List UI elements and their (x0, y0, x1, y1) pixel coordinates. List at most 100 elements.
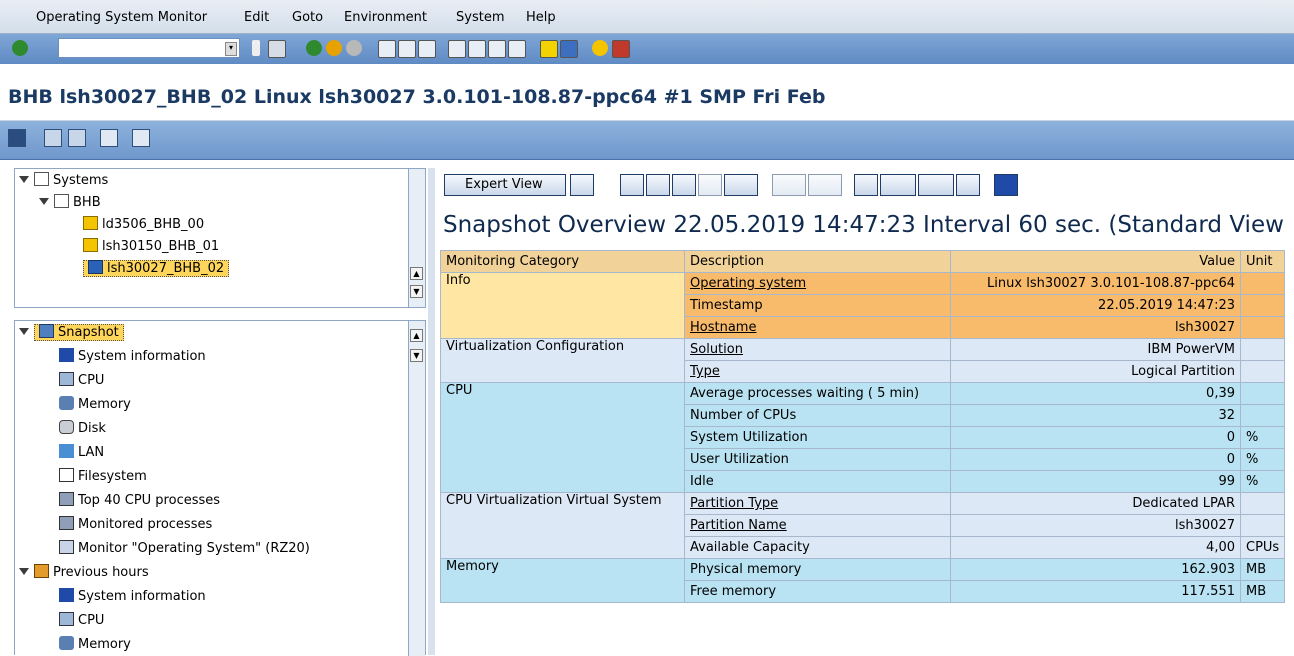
next-page-icon[interactable] (488, 40, 506, 58)
tree-node-systems[interactable]: Systems (19, 170, 108, 192)
cell-description-link[interactable]: Partition Type (684, 492, 951, 515)
nav-item-memory[interactable]: Memory (59, 394, 131, 416)
shortcut-icon[interactable] (560, 40, 578, 58)
tree-node-server-selected[interactable]: lsh30027_BHB_02 (83, 258, 230, 280)
help-icon[interactable] (592, 40, 608, 56)
folder-icon (34, 172, 49, 186)
column-header-value[interactable]: Value (950, 250, 1241, 273)
previous-arrow-icon[interactable] (44, 129, 62, 147)
views-icon[interactable] (880, 174, 916, 196)
expert-view-button[interactable]: Expert View (444, 174, 566, 196)
cell-description-link[interactable]: Solution (684, 338, 951, 361)
create-session-icon[interactable] (540, 40, 558, 58)
find-next-icon[interactable] (698, 174, 722, 196)
nav-item-filesystem[interactable]: Filesystem (59, 466, 147, 488)
nav-item-system-information[interactable]: System information (59, 586, 206, 608)
snapshot-table: Monitoring Category Description Value Un… (440, 250, 1286, 603)
print-preview-icon[interactable] (854, 174, 878, 196)
server-warning-icon (83, 238, 98, 252)
expand-triangle-icon[interactable] (39, 198, 49, 205)
cell-value: Linux lsh30027 3.0.101-108.87-ppc64 (950, 272, 1241, 295)
column-header-unit[interactable]: Unit (1239, 250, 1286, 273)
menu-system[interactable]: System (456, 10, 504, 25)
subtotal-icon[interactable] (808, 174, 842, 196)
standard-toolbar: ▾ (0, 34, 1294, 65)
command-history-dropdown-icon[interactable]: ▾ (225, 42, 237, 56)
menu-goto[interactable]: Goto (292, 10, 323, 25)
cell-description-link[interactable]: Type (684, 360, 951, 383)
snapshot-icon (39, 324, 54, 338)
layout-menu-icon[interactable] (612, 40, 630, 58)
first-page-icon[interactable] (448, 40, 466, 58)
nav-item-top-cpu-processes[interactable]: Top 40 CPU processes (59, 490, 220, 512)
tree-node-snapshot[interactable]: Snapshot (19, 322, 124, 344)
nav-item-label: CPU (78, 613, 105, 628)
expand-triangle-icon[interactable] (19, 328, 29, 335)
tree-node-server[interactable]: ld3506_BHB_00 (83, 214, 204, 236)
scroll-down-icon[interactable]: ▼ (410, 349, 423, 362)
table-row: Virtualization Configuration Solution IB… (440, 338, 1286, 383)
expand-triangle-icon[interactable] (19, 176, 29, 183)
scroll-up-icon[interactable]: ▲ (410, 329, 423, 342)
cell-description-link[interactable]: Hostname (684, 316, 951, 339)
cell-description-link[interactable]: Operating system (684, 272, 951, 295)
find-icon[interactable] (398, 40, 416, 58)
systems-scrollbar[interactable]: ▲ ▼ (408, 169, 425, 307)
cell-description-link[interactable]: Partition Name (684, 514, 951, 537)
command-field[interactable]: ▾ (58, 38, 240, 58)
find-icon[interactable] (672, 174, 696, 196)
export-icon[interactable] (918, 174, 954, 196)
print-icon[interactable] (378, 40, 396, 58)
save-icon[interactable] (268, 40, 286, 58)
nav-item-lan[interactable]: LAN (59, 442, 104, 464)
next-arrow-icon[interactable] (68, 129, 86, 147)
find-next-icon[interactable] (418, 40, 436, 58)
menu-help[interactable]: Help (526, 10, 556, 25)
nav-item-system-information[interactable]: System information (59, 346, 206, 368)
print-icon[interactable] (620, 174, 644, 196)
group-label: BHB (73, 195, 101, 210)
column-header-description[interactable]: Description (684, 250, 951, 273)
exit-icon[interactable] (326, 40, 342, 56)
cpu-icon (59, 612, 74, 626)
menu-operating-system-monitor[interactable]: Operating System Monitor (36, 10, 207, 25)
info-icon[interactable] (994, 174, 1018, 196)
cell-unit: CPUs (1239, 536, 1286, 559)
systems-tree: Systems BHB ld3506_BHB_00 lsh30150_BHB_0… (14, 168, 426, 308)
toolbar-back-arrow-icon[interactable] (252, 40, 260, 56)
navigation-scrollbar[interactable]: ▲ ▼ (408, 321, 425, 656)
enter-checkmark-icon[interactable] (12, 40, 28, 56)
set-filter-icon[interactable] (724, 174, 758, 196)
nav-item-monitor-rz20[interactable]: Monitor "Operating System" (RZ20) (59, 538, 310, 560)
nav-item-cpu[interactable]: CPU (59, 610, 104, 632)
column-header-category[interactable]: Monitoring Category (440, 250, 685, 273)
previous-page-icon[interactable] (468, 40, 486, 58)
nav-item-cpu[interactable]: CPU (59, 370, 104, 392)
back-icon[interactable] (306, 40, 322, 56)
tree-node-previous-hours[interactable]: Previous hours (19, 562, 149, 584)
scroll-down-icon[interactable]: ▼ (410, 285, 423, 298)
details-icon[interactable] (570, 174, 594, 196)
last-page-icon[interactable] (508, 40, 526, 58)
refresh-icon[interactable] (8, 129, 26, 147)
scroll-up-icon[interactable]: ▲ (410, 267, 423, 280)
tree-node-bhb[interactable]: BHB (39, 192, 101, 214)
nav-item-monitored-processes[interactable]: Monitored processes (59, 514, 212, 536)
layout-grid-icon[interactable] (132, 129, 150, 147)
display-icon[interactable] (100, 129, 118, 147)
cancel-icon[interactable] (346, 40, 362, 56)
nav-item-disk[interactable]: Disk (59, 418, 106, 440)
pane-splitter[interactable] (428, 168, 435, 655)
layout-icon[interactable] (956, 174, 980, 196)
server-label: lsh30027_BHB_02 (107, 261, 225, 276)
menu-edit[interactable]: Edit (244, 10, 269, 25)
filter-icon[interactable] (646, 174, 670, 196)
table-row: Memory Physical memory 162.903 MB (440, 558, 1286, 603)
cell-value: 99 (950, 470, 1241, 493)
menu-environment[interactable]: Environment (344, 10, 427, 25)
snapshot-tree: Snapshot System information CPU Memory D… (14, 320, 426, 656)
expand-triangle-icon[interactable] (19, 568, 29, 575)
nav-item-memory[interactable]: Memory (59, 634, 131, 656)
tree-node-server[interactable]: lsh30150_BHB_01 (83, 236, 219, 258)
sum-icon[interactable] (772, 174, 806, 196)
